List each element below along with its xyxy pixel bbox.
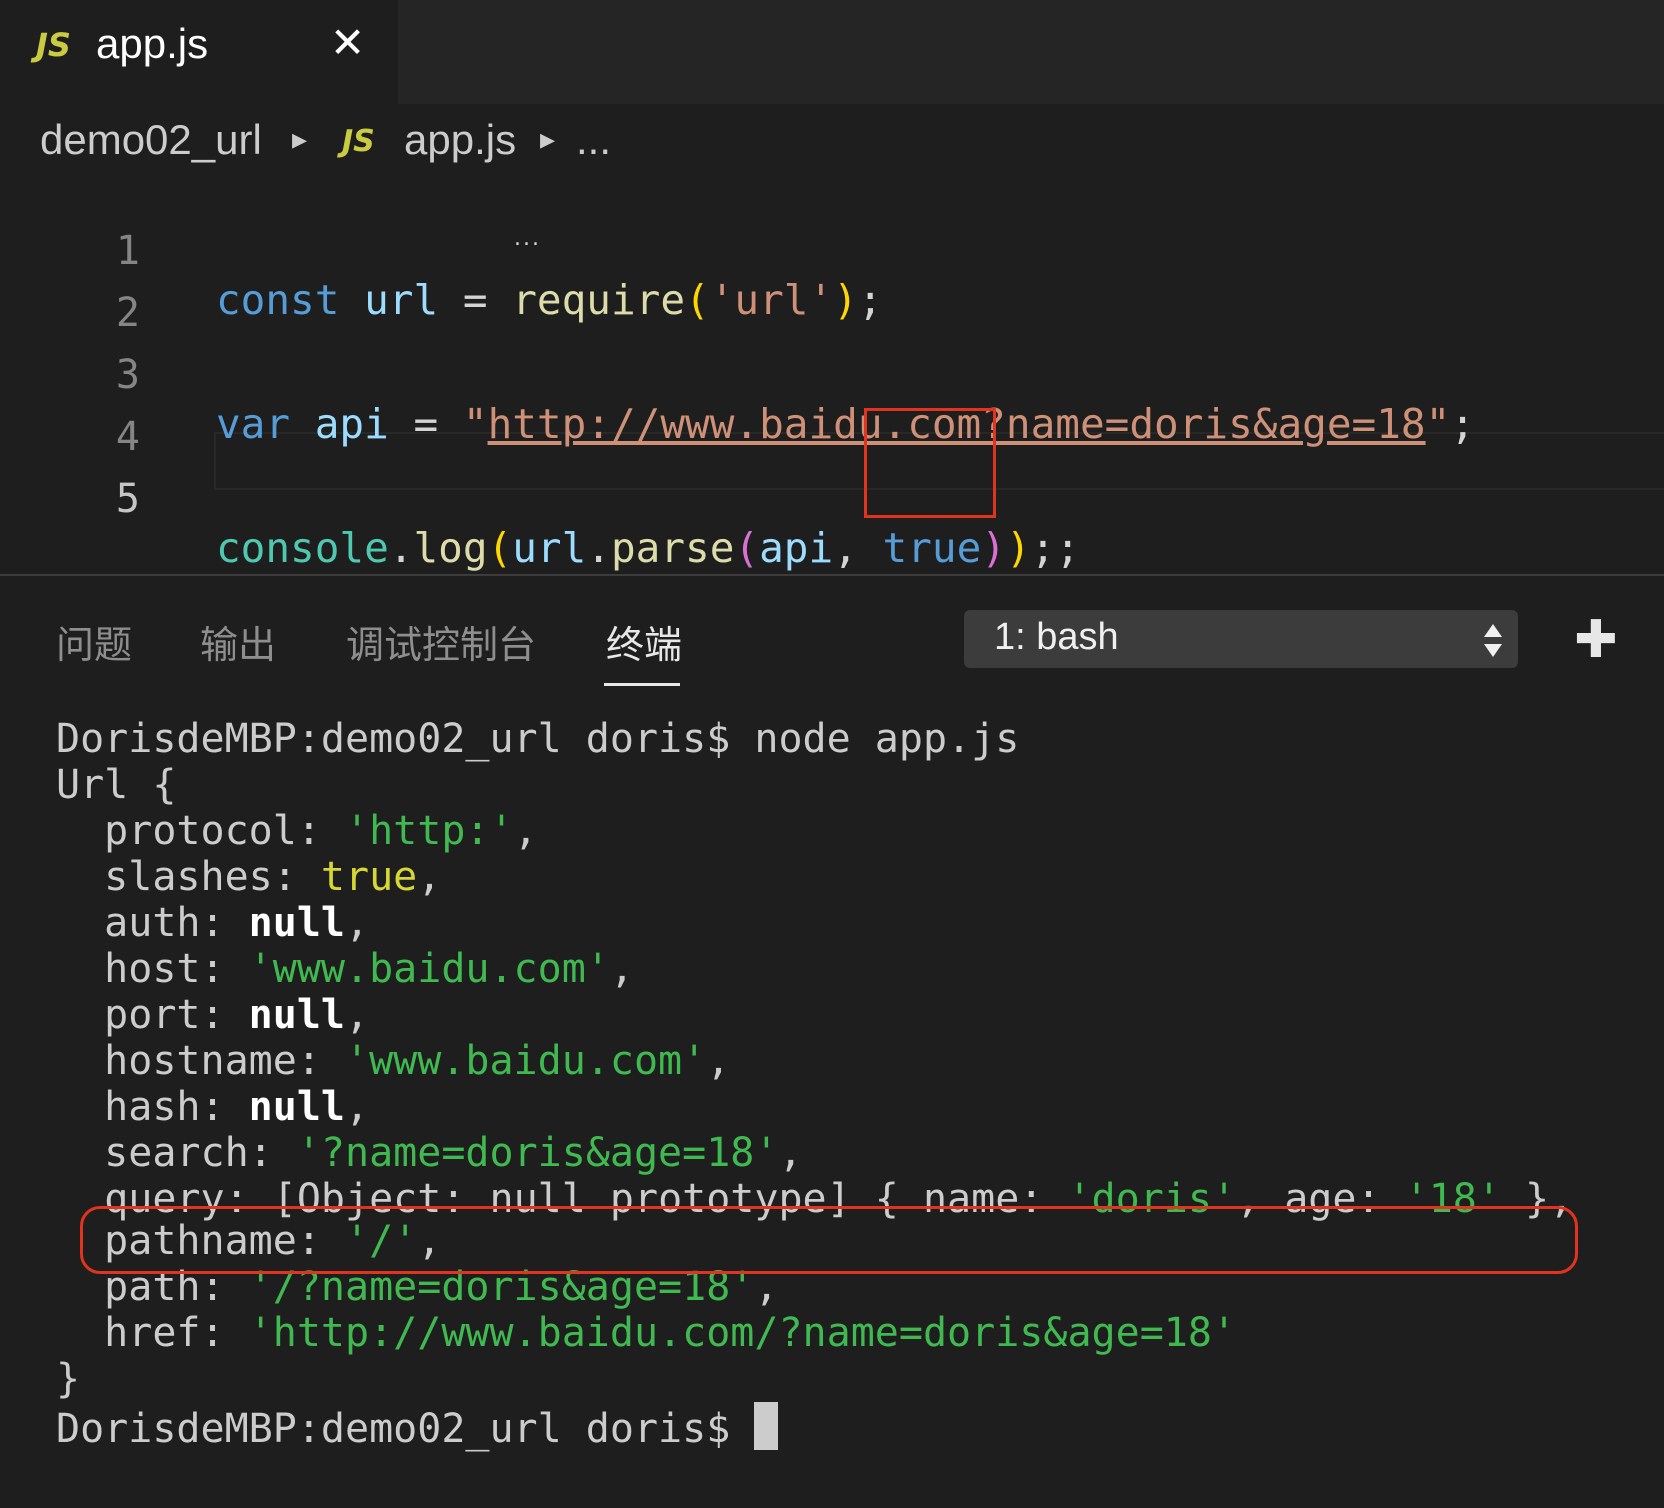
- field-value: 'www.baidu.com': [248, 946, 610, 992]
- semicolon: ;;: [1030, 524, 1081, 572]
- code-editor[interactable]: 1 const url = require('url'); 2 3 var ap…: [0, 180, 1664, 572]
- annotation-box-query: [80, 1206, 1578, 1274]
- field-tail: ,: [609, 946, 634, 992]
- field-value: 'http:': [344, 808, 514, 854]
- code-line[interactable]: 1 const url = require('url');: [0, 180, 1664, 324]
- terminal-field: host: 'www.baidu.com',: [56, 946, 634, 995]
- terminal-field: href: 'http://www.baidu.com/?name=doris&…: [56, 1310, 1236, 1359]
- shell-prompt: DorisdeMBP:demo02_url doris$: [56, 716, 731, 762]
- dot: .: [586, 524, 611, 572]
- field-key: port:: [56, 992, 249, 1038]
- field-tail: ,: [344, 992, 370, 1038]
- tab-problems[interactable]: 问题: [56, 614, 132, 669]
- terminal-line: }: [56, 1356, 80, 1405]
- shell-command: node app.js: [730, 716, 1020, 762]
- breadcrumb-folder[interactable]: demo02_url: [40, 116, 262, 164]
- tab-debug-console[interactable]: 调试控制台: [346, 614, 536, 669]
- field-key: protocol:: [56, 808, 345, 854]
- panel-divider[interactable]: [0, 574, 1664, 576]
- terminal-line: Url {: [56, 762, 176, 811]
- code-line[interactable]: 3 var api = "http://www.baidu.com?name=d…: [0, 304, 1664, 448]
- hint-dots-icon[interactable]: ...: [514, 226, 541, 251]
- identifier: url: [512, 524, 587, 572]
- dot: .: [388, 524, 414, 572]
- line-number: 5: [115, 476, 140, 522]
- terminal-line: DorisdeMBP:demo02_url doris$ node app.js: [56, 716, 1019, 765]
- code-line-current[interactable]: 5 console.log(url.parse(api, true));;: [0, 428, 1664, 572]
- javascript-file-icon: JS: [36, 26, 71, 64]
- object-close: }: [56, 1356, 81, 1402]
- terminal-field: slashes: true,: [56, 854, 441, 903]
- boolean-literal: true: [882, 524, 982, 572]
- terminal-field: protocol: 'http:',: [56, 808, 538, 857]
- field-tail: ,: [778, 1130, 803, 1176]
- field-value: true: [320, 854, 418, 900]
- terminal-cursor: [754, 1402, 779, 1450]
- add-terminal-icon[interactable]: ✚: [1574, 612, 1618, 668]
- terminal-field: hostname: 'www.baidu.com',: [56, 1038, 730, 1087]
- breadcrumb-file[interactable]: app.js: [404, 116, 516, 164]
- close-icon[interactable]: ✕: [330, 18, 365, 67]
- terminal-select-value: 1: bash: [994, 616, 1119, 658]
- terminal-field: hash: null,: [56, 1084, 369, 1133]
- chevron-right-icon: ▸: [292, 123, 308, 156]
- field-key: hostname:: [56, 1038, 345, 1084]
- function-name: log: [413, 524, 488, 572]
- breadcrumb-more[interactable]: ...: [576, 116, 611, 164]
- paren: ): [1005, 524, 1031, 572]
- terminal-field: auth: null,: [56, 900, 369, 949]
- terminal-line: DorisdeMBP:demo02_url doris$: [56, 1402, 779, 1452]
- chevron-right-icon: ▸: [540, 123, 556, 156]
- field-value: '?name=doris&age=18': [296, 1130, 779, 1176]
- tab-app-js[interactable]: JS app.js ✕: [0, 0, 398, 104]
- field-tail: ,: [344, 900, 370, 946]
- field-value: 'www.baidu.com': [344, 1038, 707, 1084]
- editor-tab-bar: JS app.js ✕: [0, 0, 1664, 104]
- field-value: null: [248, 900, 345, 946]
- field-tail: ,: [513, 808, 538, 854]
- field-key: hash:: [56, 1084, 249, 1130]
- paren: (: [734, 524, 760, 572]
- shell-prompt: DorisdeMBP:demo02_url doris$: [56, 1406, 755, 1452]
- field-key: href:: [56, 1310, 249, 1356]
- tab-output[interactable]: 输出: [200, 614, 276, 669]
- annotation-box-true: [864, 408, 996, 518]
- field-tail: ,: [344, 1084, 370, 1130]
- function-name: parse: [610, 524, 735, 572]
- field-value: null: [248, 1084, 345, 1130]
- field-key: slashes:: [56, 854, 321, 900]
- terminal-field: search: '?name=doris&age=18',: [56, 1130, 803, 1179]
- field-tail: ,: [417, 854, 442, 900]
- tab-title: app.js: [96, 20, 209, 67]
- comma: ,: [833, 524, 883, 572]
- field-value: null: [248, 992, 345, 1038]
- identifier: api: [759, 524, 834, 572]
- field-key: host:: [56, 946, 249, 992]
- paren: ): [981, 524, 1006, 572]
- terminal-select[interactable]: 1: bash: [964, 610, 1518, 668]
- field-key: search:: [56, 1130, 297, 1176]
- object-open: Url {: [56, 762, 177, 808]
- javascript-file-icon: JS: [342, 124, 375, 159]
- field-key: auth:: [56, 900, 249, 946]
- field-value: 'http://www.baidu.com/?name=doris&age=18…: [248, 1310, 1237, 1356]
- identifier: console: [216, 524, 389, 572]
- code-line[interactable]: 2: [0, 242, 1664, 336]
- terminal-field: port: null,: [56, 992, 369, 1041]
- code-line[interactable]: 4: [0, 366, 1664, 460]
- field-tail: ,: [706, 1038, 731, 1084]
- active-tab-indicator: [604, 683, 680, 686]
- paren: (: [487, 524, 513, 572]
- tab-terminal[interactable]: 终端: [606, 614, 682, 669]
